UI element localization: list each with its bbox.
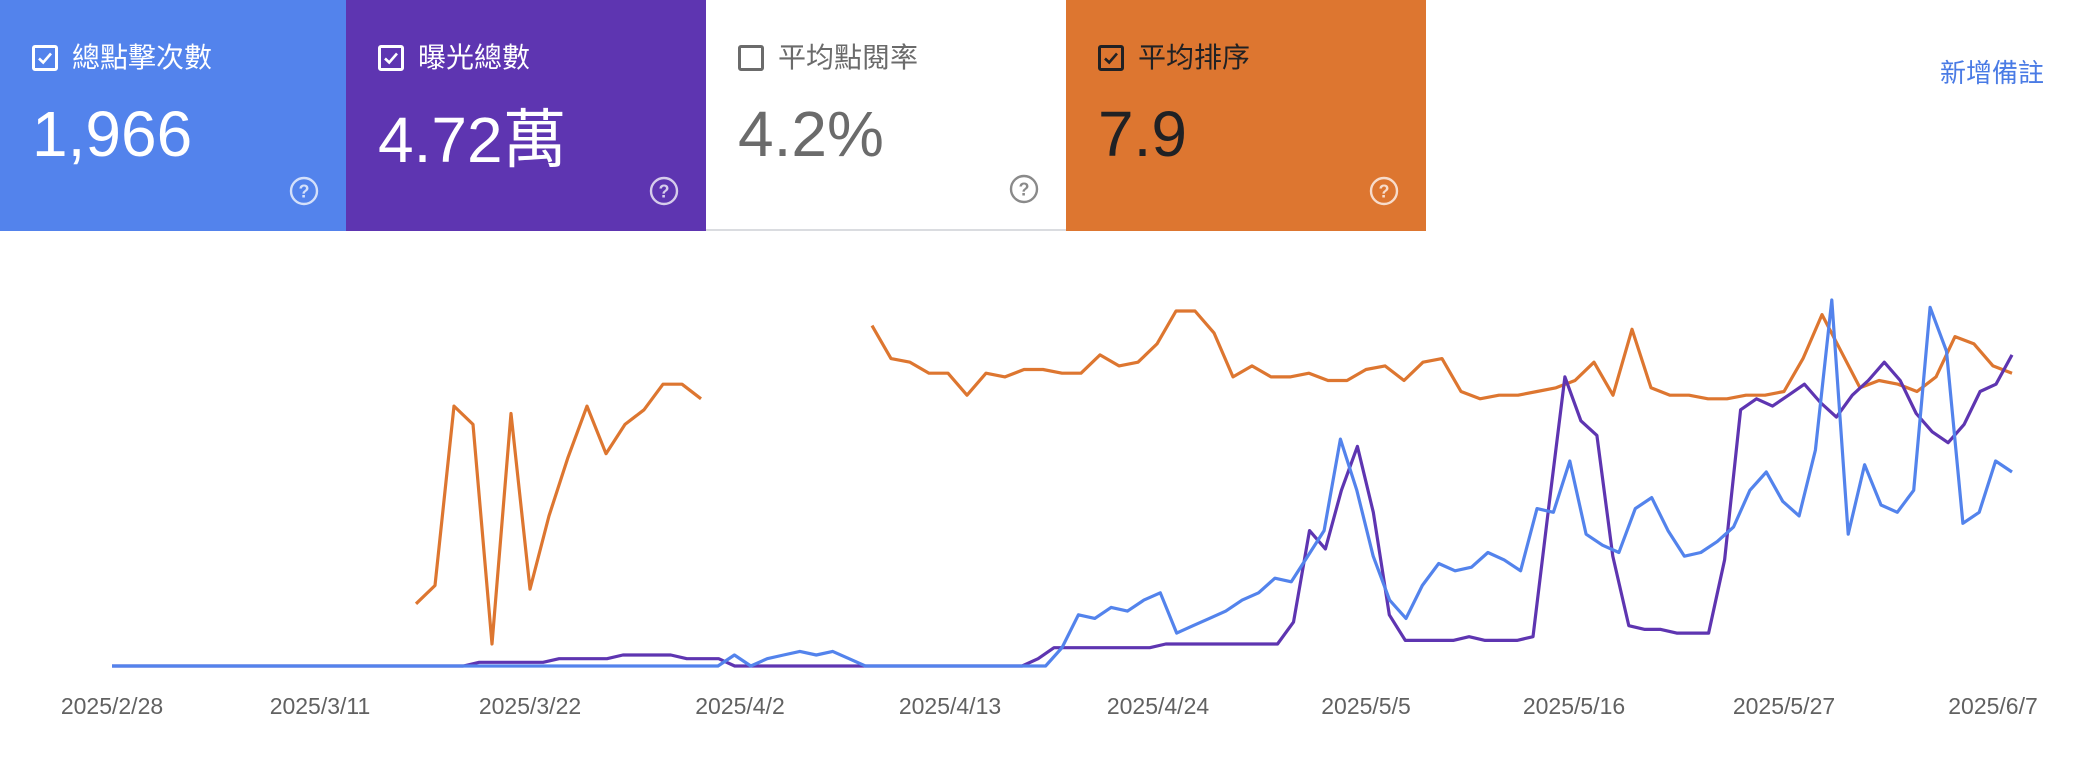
x-tick-label: 2025/2/28 bbox=[61, 693, 163, 719]
checkbox-unchecked-icon[interactable] bbox=[738, 45, 764, 71]
help-circle-icon[interactable]: ? bbox=[1008, 173, 1040, 205]
clicks-label: 總點擊次數 bbox=[72, 42, 213, 73]
checkbox-checked-icon[interactable] bbox=[32, 45, 58, 71]
svg-text:?: ? bbox=[1379, 182, 1390, 202]
x-tick-label: 2025/4/24 bbox=[1107, 693, 1210, 719]
clicks-value: 1,966 bbox=[32, 98, 193, 170]
help-circle-icon[interactable]: ? bbox=[648, 175, 680, 207]
metric-card-clicks[interactable]: 總點擊次數 1,966 ? bbox=[0, 0, 346, 231]
help-circle-icon[interactable]: ? bbox=[288, 175, 320, 207]
ctr-label-row: 平均點閱率 bbox=[738, 42, 918, 74]
x-tick-label: 2025/5/27 bbox=[1733, 693, 1835, 719]
add-note-button[interactable]: 新增備註 bbox=[1940, 58, 2044, 88]
x-tick-label: 2025/5/5 bbox=[1321, 693, 1411, 719]
checkbox-checked-icon[interactable] bbox=[378, 45, 404, 71]
metric-card-impressions[interactable]: 曝光總數 4.72萬 ? bbox=[346, 0, 706, 231]
x-tick-label: 2025/3/11 bbox=[270, 693, 371, 719]
series-line-impressions bbox=[112, 354, 2014, 668]
ctr-value: 4.2% bbox=[738, 98, 884, 170]
position-value: 7.9 bbox=[1098, 98, 1187, 170]
metric-cards: 總點擊次數 1,966 ? 曝光總數 4.72萬 ? 平均點閱率 4.2% ? bbox=[0, 0, 1426, 231]
series-layer bbox=[112, 298, 2014, 668]
x-tick-label: 2025/6/7 bbox=[1948, 693, 2038, 719]
help-circle-icon[interactable]: ? bbox=[1368, 175, 1400, 207]
svg-text:?: ? bbox=[1019, 180, 1030, 200]
position-label-row: 平均排序 bbox=[1098, 42, 1250, 74]
metric-card-ctr[interactable]: 平均點閱率 4.2% ? bbox=[706, 0, 1066, 231]
checkbox-checked-icon[interactable] bbox=[1098, 45, 1124, 71]
clicks-label-row: 總點擊次數 bbox=[32, 42, 212, 74]
x-tick-label: 2025/5/16 bbox=[1523, 693, 1625, 719]
series-line-clicks bbox=[112, 298, 2013, 668]
metric-card-position[interactable]: 平均排序 7.9 ? bbox=[1066, 0, 1426, 231]
x-axis-ticks: 2025/2/28 2025/3/11 2025/3/22 2025/4/2 2025/… bbox=[61, 693, 2038, 719]
ctr-label: 平均點閱率 bbox=[778, 42, 919, 73]
svg-text:?: ? bbox=[299, 182, 310, 202]
impressions-value: 4.72萬 bbox=[378, 104, 567, 176]
impressions-label: 曝光總數 bbox=[418, 42, 531, 73]
performance-chart: 2025/2/28 2025/3/11 2025/3/22 2025/4/2 2025/… bbox=[61, 298, 2038, 719]
x-tick-label: 2025/3/22 bbox=[479, 693, 581, 719]
position-label: 平均排序 bbox=[1138, 42, 1251, 73]
x-tick-label: 2025/4/13 bbox=[899, 693, 1001, 719]
svg-text:?: ? bbox=[659, 182, 670, 202]
x-tick-label: 2025/4/2 bbox=[695, 693, 785, 719]
series-line-position bbox=[414, 309, 2013, 646]
impressions-label-row: 曝光總數 bbox=[378, 42, 530, 74]
